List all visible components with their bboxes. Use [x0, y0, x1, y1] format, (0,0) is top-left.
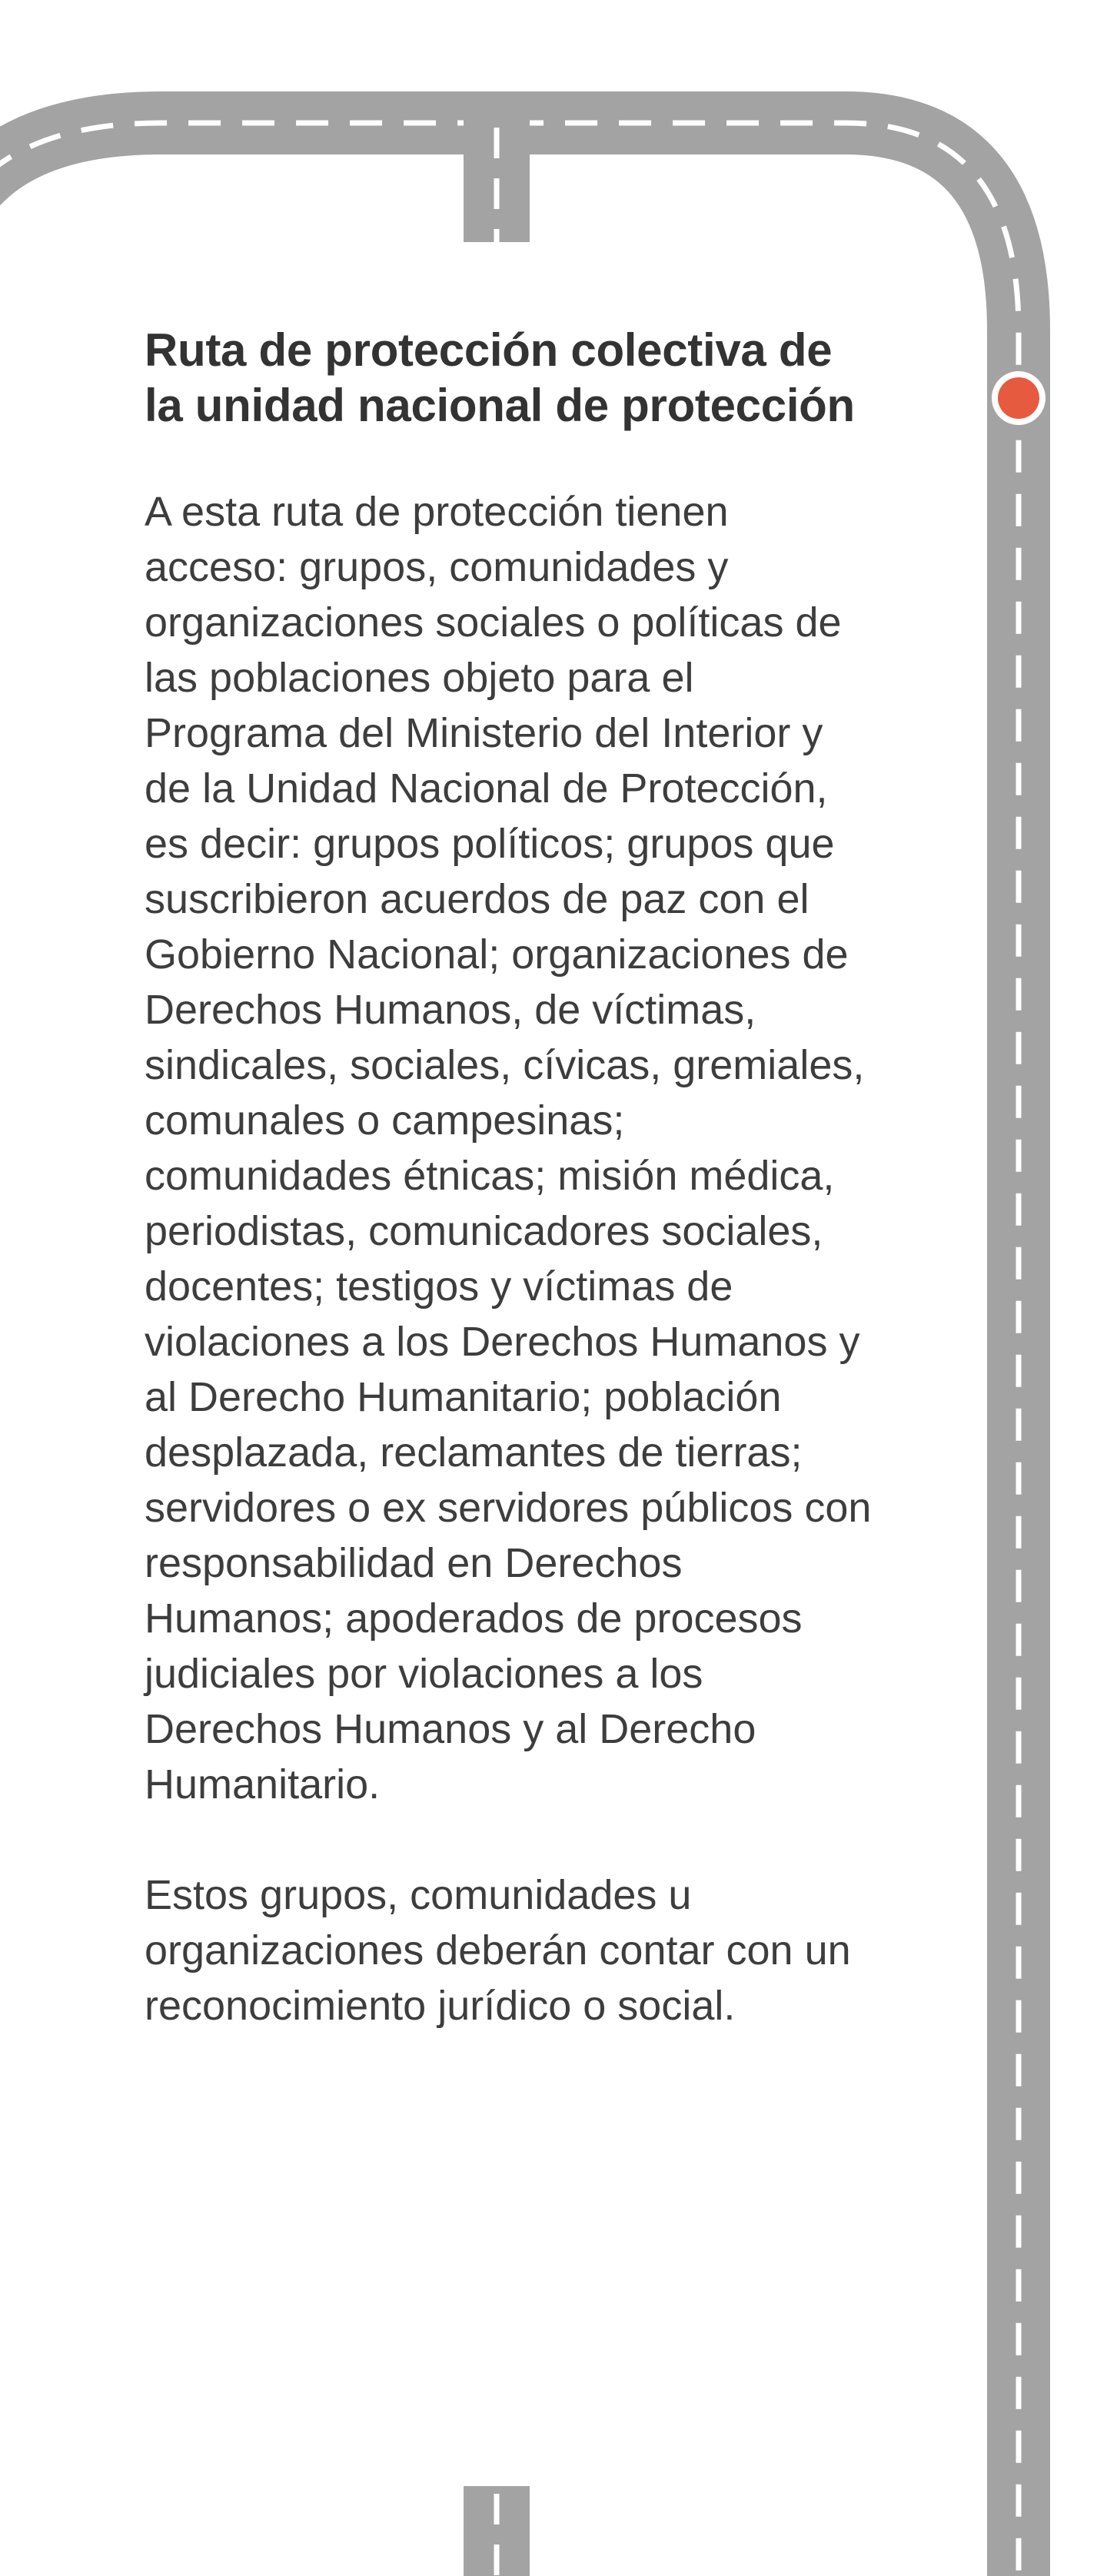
paragraph-access: A esta ruta de protección tienen acceso:…	[145, 489, 872, 1808]
location-marker-dot	[998, 377, 1039, 419]
content-block: Ruta de protección colectiva de la unida…	[145, 323, 875, 2033]
section-title: Ruta de protección colectiva de la unida…	[145, 324, 855, 431]
paragraph-requirement: Estos grupos, comunidades u organizacion…	[145, 1872, 851, 2029]
